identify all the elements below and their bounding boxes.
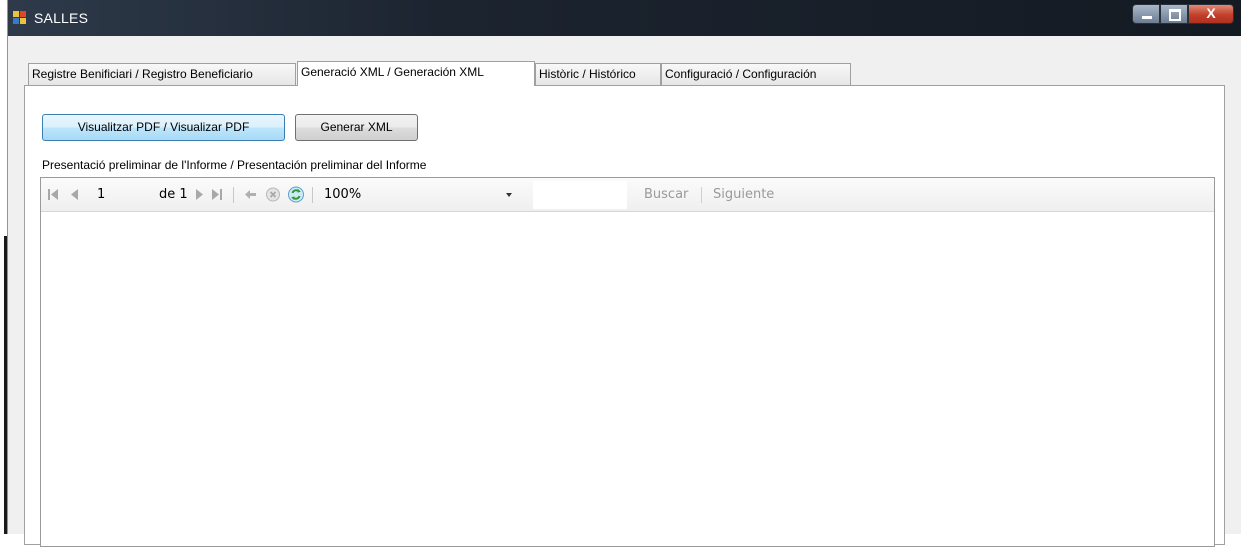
find-link[interactable]: Buscar [644, 178, 688, 211]
report-viewer: 1 de 1 100% Buscar Siguiente [40, 177, 1215, 547]
toolbar-separator [233, 187, 234, 203]
first-page-icon[interactable] [47, 178, 59, 211]
minimize-button[interactable] [1132, 4, 1160, 24]
tab-registre-beneficiari[interactable]: Registre Benificiari / Registro Benefici… [28, 63, 296, 85]
back-icon[interactable] [244, 178, 258, 211]
stop-icon[interactable] [265, 178, 281, 211]
tab-generacio-xml[interactable]: Generació XML / Generación XML [297, 61, 535, 86]
tab-configuracio[interactable]: Configuració / Configuración [661, 63, 851, 85]
close-button[interactable]: X [1188, 4, 1234, 24]
maximize-button[interactable] [1160, 4, 1188, 24]
next-page-icon[interactable] [194, 178, 204, 211]
window-title: SALLES [34, 10, 89, 26]
background-strip [0, 0, 7, 534]
tab-historic[interactable]: Històric / Histórico [535, 63, 661, 85]
page-number-input[interactable]: 1 [97, 184, 141, 206]
toolbar-separator [701, 187, 702, 203]
view-pdf-button[interactable]: Visualitzar PDF / Visualizar PDF [42, 114, 285, 141]
app-icon [13, 11, 27, 25]
window-controls: X [1132, 4, 1234, 24]
find-next-link[interactable]: Siguiente [713, 178, 774, 211]
close-icon: X [1206, 5, 1216, 21]
page-count-label: de 1 [159, 187, 188, 202]
title-bar[interactable]: SALLES X [8, 0, 1241, 36]
dropdown-arrow-icon[interactable] [505, 178, 513, 211]
toolbar-separator [312, 187, 313, 203]
previous-page-icon[interactable] [70, 178, 80, 211]
viewer-toolbar: 1 de 1 100% Buscar Siguiente [41, 178, 1214, 212]
search-input[interactable] [533, 181, 627, 209]
generate-xml-button[interactable]: Generar XML [295, 114, 418, 141]
preview-caption: Presentació preliminar de l'Informe / Pr… [42, 158, 427, 172]
refresh-icon[interactable] [287, 178, 305, 211]
last-page-icon[interactable] [211, 178, 223, 211]
zoom-select[interactable]: 100% [324, 178, 361, 211]
